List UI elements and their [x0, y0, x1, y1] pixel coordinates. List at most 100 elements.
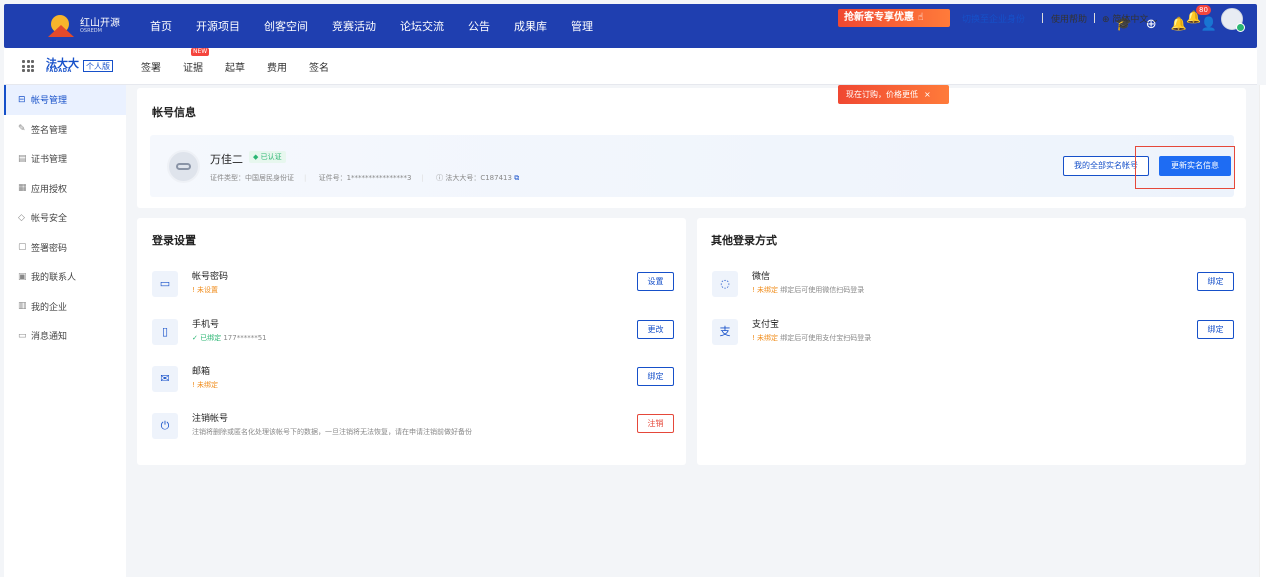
delete-account-button[interactable]: 注销 [637, 414, 674, 433]
app-header: 法大大 FADADA 个人版 签署 NEW 证据 起草 费用 签名 [4, 47, 1257, 85]
app-grid-icon[interactable] [22, 60, 34, 72]
list-item: ✉ 邮箱 ! 未绑定 绑定 [152, 363, 674, 399]
account-icon: ⊟ [18, 94, 26, 105]
logo-icon [48, 15, 74, 37]
bind-wechat-button[interactable]: 绑定 [1197, 272, 1234, 291]
update-verification-button[interactable]: 更新实名信息 [1159, 156, 1231, 176]
divider [1094, 13, 1095, 23]
nav-home[interactable]: 首页 [150, 18, 172, 34]
sidebar-item-contacts[interactable]: ▣ 我的联系人 [4, 262, 126, 292]
user-avatar[interactable] [1221, 8, 1245, 32]
other-login-card: 其他登录方式 ◌ 微信 ! 未绑定 绑定后可使用微信扫码登录 绑定 支 支付宝 … [697, 218, 1246, 465]
id-type: 证件类型：中国居民身份证 [210, 174, 294, 182]
nav-admin[interactable]: 管理 [571, 18, 593, 34]
list-item: ◌ 微信 ! 未绑定 绑定后可使用微信扫码登录 绑定 [712, 268, 1234, 304]
change-phone-button[interactable]: 更改 [637, 320, 674, 339]
help-link[interactable]: 使用帮助 [1051, 12, 1087, 25]
nav-achievements[interactable]: 成果库 [514, 18, 547, 34]
divider [1042, 13, 1043, 23]
id-number: 证件号：1****************3 [318, 174, 412, 182]
set-password-button[interactable]: 设置 [637, 272, 674, 291]
row-label: 注销帐号 [192, 414, 229, 424]
sidebar-item-notifications[interactable]: ▭ 消息通知 [4, 321, 126, 351]
sidebar-item-sign-password[interactable]: ▢ 签署密码 [4, 233, 126, 263]
verified-badge: ◆ 已认证 [249, 151, 286, 163]
sidebar-item-app-auth[interactable]: ▦ 应用授权 [4, 174, 126, 204]
lock-icon: ▢ [18, 242, 27, 253]
nav-competitions[interactable]: 竞赛活动 [332, 18, 376, 34]
list-item: ⏻ 注销帐号 注销将删除或匿名化处理该帐号下的数据，一旦注销将无法恢复，请在申请… [152, 410, 674, 446]
status-badge: ✓ 已绑定 177******51 [192, 334, 267, 342]
bind-alipay-button[interactable]: 绑定 [1197, 320, 1234, 339]
chevron-down-icon: ⌄ [1151, 15, 1159, 25]
subnav-sign[interactable]: 签署 [141, 59, 161, 74]
user-avatar-icon[interactable]: 👤 [1201, 17, 1217, 32]
status-badge: ! 未绑定 绑定后可使用微信扫码登录 [752, 286, 865, 294]
row-label: 手机号 [192, 320, 220, 330]
list-item: ▭ 帐号密码 ! 未设置 设置 [152, 268, 674, 304]
sidebar-item-security[interactable]: ◇ 帐号安全 [4, 203, 126, 233]
promo-button[interactable]: 抢新客专享优惠 ☝ [838, 9, 950, 27]
site-logo[interactable]: 红山开源 OSREDM [48, 15, 138, 37]
subnav-billing[interactable]: 费用 [267, 59, 287, 74]
logo-subtext: OSREDM [80, 27, 102, 34]
subnav-draft[interactable]: 起草 [225, 59, 245, 74]
bind-email-button[interactable]: 绑定 [637, 367, 674, 386]
sidebar: ⊟ 帐号管理 ✎ 签名管理 ▤ 证书管理 ▦ 应用授权 ◇ 帐号安全 ▢ 签署密码 ▣ 我的联… [4, 85, 126, 577]
fadada-logo[interactable]: 法大大 FADADA [46, 58, 79, 74]
info-icon: ⓘ [436, 174, 444, 182]
nav-maker-space[interactable]: 创客空间 [264, 18, 308, 34]
account-info-title: 帐号信息 [152, 106, 196, 119]
power-icon: ⏻ [152, 413, 178, 439]
status-badge: ! 未绑定 [192, 381, 219, 389]
row-label: 邮箱 [192, 367, 211, 377]
row-label: 帐号密码 [192, 272, 229, 282]
nav-projects[interactable]: 开源项目 [196, 18, 240, 34]
shield-check-icon: ◆ [253, 153, 259, 161]
list-item: ▯ 手机号 ✓ 已绑定 177******51 更改 [152, 316, 674, 352]
personal-edition-tag: 个人版 [83, 60, 113, 72]
other-login-title: 其他登录方式 [711, 234, 777, 247]
phone-icon: ▯ [152, 319, 178, 345]
password-icon: ▭ [152, 271, 178, 297]
status-badge: ! 未绑定 绑定后可使用支付宝扫码登录 [752, 334, 872, 342]
wechat-icon: ◌ [712, 271, 738, 297]
subnav-signature[interactable]: 签名 [309, 59, 329, 74]
alipay-icon: 支 [712, 319, 738, 345]
language-select[interactable]: ⊕ 简体中文 ⌄ [1102, 12, 1159, 25]
row-description: 注销将删除或匿名化处理该帐号下的数据，一旦注销将无法恢复，请在申请注销前做好备份 [192, 428, 472, 436]
sidebar-item-signatures[interactable]: ✎ 签名管理 [4, 115, 126, 145]
globe-icon: ⊕ [1102, 15, 1110, 25]
subnav-evidence[interactable]: NEW 证据 [183, 47, 210, 74]
close-icon[interactable]: × [924, 90, 931, 99]
contacts-icon: ▣ [18, 271, 27, 282]
account-avatar [167, 150, 200, 183]
login-settings-title: 登录设置 [152, 234, 196, 247]
shield-icon: ◇ [18, 212, 25, 223]
fadada-number: 法大大号：C187413 [445, 174, 512, 182]
mail-icon: ✉ [152, 366, 178, 392]
certificate-icon: ▤ [18, 153, 27, 164]
account-info-card: 帐号信息 万佳二 ◆ 已认证 证件类型：中国居民身份证 | 证件号：1******… [137, 88, 1246, 208]
scrollbar[interactable] [1259, 85, 1266, 577]
nav-notices[interactable]: 公告 [468, 18, 490, 34]
promo-tooltip: 现在订购，价格更低 × [838, 85, 949, 104]
status-badge: ! 未设置 [192, 286, 219, 294]
list-item: 支 支付宝 ! 未绑定 绑定后可使用支付宝扫码登录 绑定 [712, 316, 1234, 352]
all-verified-accounts-button[interactable]: 我的全部实名帐号 [1063, 156, 1149, 176]
message-icon: ▭ [18, 330, 27, 341]
bell-icon[interactable]: 🔔 [1171, 17, 1187, 32]
sidebar-item-account[interactable]: ⊟ 帐号管理 [4, 85, 126, 115]
pen-icon: ✎ [18, 124, 26, 135]
verified-dot-icon [1236, 23, 1245, 32]
notification-count: 80 [1196, 5, 1211, 15]
row-label: 支付宝 [752, 320, 780, 330]
switch-identity-link[interactable]: 切换至企业身份 [962, 12, 1025, 25]
new-badge: NEW [191, 47, 210, 56]
nav-forum[interactable]: 论坛交流 [400, 18, 444, 34]
sidebar-item-enterprise[interactable]: ▥ 我的企业 [4, 292, 126, 322]
copy-icon[interactable]: ⧉ [514, 174, 519, 182]
sidebar-item-certificates[interactable]: ▤ 证书管理 [4, 144, 126, 174]
row-label: 微信 [752, 272, 771, 282]
account-summary: 万佳二 ◆ 已认证 证件类型：中国居民身份证 | 证件号：1***********… [150, 135, 1234, 197]
